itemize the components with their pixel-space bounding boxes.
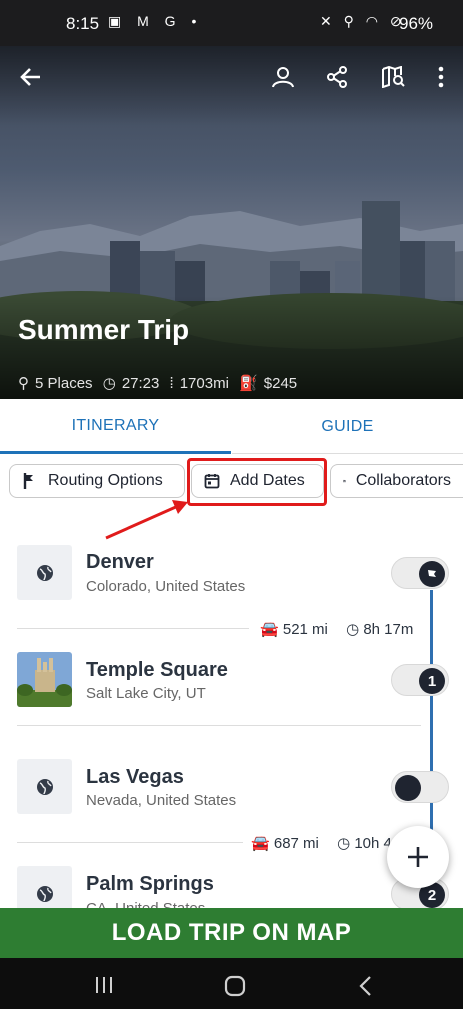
back-button[interactable] (14, 60, 48, 94)
routing-options-button[interactable]: Routing Options (9, 464, 185, 498)
home-icon[interactable] (224, 975, 246, 997)
tab-itinerary[interactable]: ITINERARY (0, 400, 231, 454)
divider (17, 725, 421, 726)
status-time: 8:15 (66, 14, 100, 33)
route-flag-icon (23, 473, 33, 489)
leg-distance: 687 mi (273, 835, 319, 852)
fuel-icon: ⛽ (239, 375, 258, 392)
stop-toggle-off[interactable] (391, 771, 449, 803)
trip-cost: $245 (263, 375, 298, 392)
back-arrow-icon (20, 68, 40, 86)
system-icons: ✕ ⚲ ◠ ⊘ (320, 13, 406, 29)
timer-icon: ◷ (346, 621, 360, 638)
globe-icon (36, 885, 53, 902)
places-count: 5 Places (35, 375, 93, 392)
annotation-highlight-box (187, 458, 327, 506)
stop-name[interactable]: Palm Springs (86, 873, 214, 896)
hero-image: Summer Trip ⚲ 5 Places ◷ 27:23 ⁞ 1703mi ⛽ $2… (0, 46, 463, 399)
leg-info: 🚘 521 mi ◷ 8h 17m (260, 620, 413, 638)
share-button[interactable] (320, 60, 354, 94)
trip-duration: 27:23 (121, 375, 160, 392)
pin-icon: ⚲ (18, 375, 29, 392)
leg-distance: 521 mi (282, 621, 328, 638)
divider (17, 842, 243, 843)
stop-number: 1 (419, 668, 445, 694)
start-flag-icon (419, 561, 445, 587)
collaborators-label: Collaborators (355, 472, 451, 489)
system-nav-bar (0, 958, 463, 1009)
stop-location: Colorado, United States (86, 578, 246, 595)
collaborators-chip[interactable]: Collaborators (330, 464, 463, 498)
timer-icon: ◷ (337, 835, 351, 852)
recent-apps-icon[interactable] (94, 976, 114, 994)
stop-toggle[interactable] (391, 557, 449, 589)
trip-title: Summer Trip (18, 314, 190, 345)
stop-location: Nevada, United States (86, 792, 237, 809)
globe-icon (36, 778, 53, 795)
more-vertical-icon (438, 66, 444, 88)
people-icon (272, 67, 294, 88)
clock-icon: ◷ (102, 375, 116, 392)
stop-toggle[interactable]: 1 (391, 664, 449, 696)
car-icon: 🚘 (260, 621, 279, 638)
group-icon (343, 479, 346, 483)
road-icon: ⁞ (169, 375, 174, 392)
annotation-arrow (105, 500, 188, 540)
load-trip-on-map-button[interactable]: LOAD TRIP ON MAP (0, 908, 463, 958)
tab-guide[interactable]: GUIDE (232, 400, 463, 454)
collaborators-button[interactable] (266, 60, 300, 94)
toggle-knob (395, 775, 421, 801)
stop-name[interactable]: Las Vegas (86, 766, 184, 789)
car-icon: 🚘 (251, 835, 270, 852)
place-thumbnail (17, 759, 72, 814)
plus-icon (408, 847, 428, 867)
leg-info: 🚘 687 mi ◷ 10h 4 (251, 834, 392, 852)
stop-name[interactable]: Denver (86, 551, 154, 574)
notification-icons: ▣ M G • (108, 13, 203, 29)
trip-stats: ⚲ 5 Places ◷ 27:23 ⁞ 1703mi ⛽ $245 (18, 374, 303, 392)
globe-icon (36, 564, 53, 581)
routing-options-label: Routing Options (48, 472, 163, 489)
place-thumbnail (17, 545, 72, 600)
more-options-button[interactable] (424, 60, 458, 94)
stop-name[interactable]: Temple Square (86, 659, 228, 682)
status-bar: 8:15 ▣ M G • ✕ ⚲ ◠ ⊘ 96% (0, 0, 463, 46)
place-photo (17, 652, 72, 707)
back-nav-icon[interactable] (358, 975, 372, 997)
temple-photo (17, 652, 72, 707)
trip-distance: 1703mi (179, 375, 229, 392)
map-search-icon (382, 66, 405, 88)
add-stop-button[interactable] (387, 826, 449, 888)
leg-time: 10h 4 (354, 835, 392, 852)
battery-level: 96% (399, 14, 434, 33)
share-icon (327, 66, 347, 88)
divider (17, 628, 249, 629)
map-search-button[interactable] (376, 60, 410, 94)
leg-time: 8h 17m (363, 621, 414, 638)
stop-location: Salt Lake City, UT (86, 685, 206, 702)
